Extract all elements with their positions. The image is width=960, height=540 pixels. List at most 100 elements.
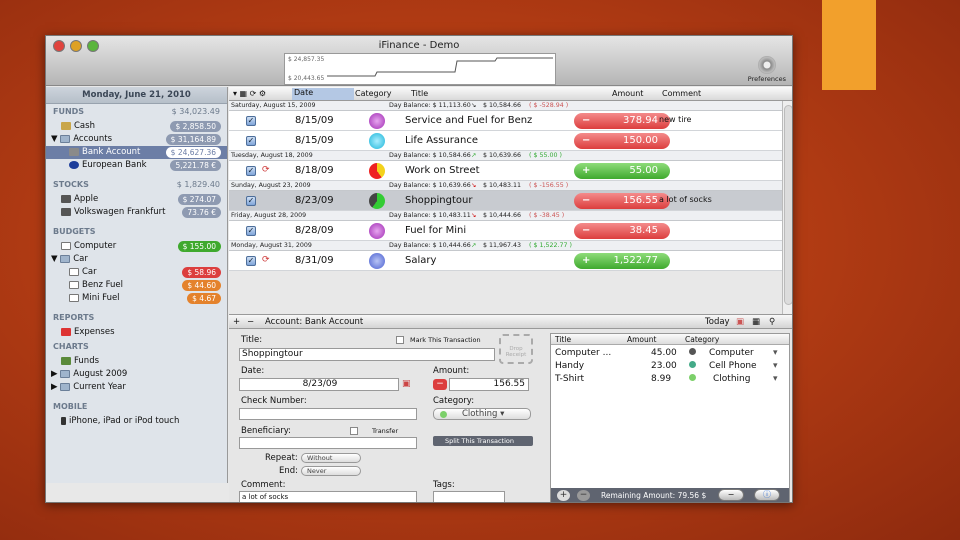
comment-label: Comment:: [241, 480, 286, 490]
filter-icons[interactable]: ▾ ▦ ⟳ ⚙: [233, 89, 266, 98]
stock-icon: [61, 194, 71, 203]
beneficiary-input[interactable]: [239, 437, 417, 449]
remove-transaction-button[interactable]: −: [247, 317, 254, 327]
column-title[interactable]: Title: [411, 89, 428, 98]
end-label: End:: [279, 466, 299, 476]
budget-icon: [69, 267, 79, 276]
split-transaction-button[interactable]: Split This Transaction: [433, 436, 533, 446]
down-arrow-icon: ↘: [471, 212, 477, 219]
bank-icon: [69, 147, 79, 156]
sidebar-item-computer[interactable]: Computer $ 155.00: [46, 240, 227, 253]
repeat-label: Repeat:: [265, 453, 298, 463]
checkbox[interactable]: ✓: [246, 116, 256, 126]
sidebar-item-benz-fuel[interactable]: Benz Fuel $ 44.60: [46, 279, 227, 292]
amount-input[interactable]: 156.55: [449, 378, 529, 391]
sidebar-item-apple[interactable]: Apple $ 274.07: [46, 193, 227, 206]
calendar-icon[interactable]: ▣: [402, 379, 411, 389]
checkbox[interactable]: ✓: [246, 256, 256, 266]
info-button[interactable]: ⓘ: [754, 489, 780, 501]
category-icon: [369, 223, 385, 239]
transaction-row[interactable]: ✓ 8/15/09 Life Assurance −150.00: [229, 131, 782, 151]
repeat-select[interactable]: Without: [301, 453, 361, 463]
chart-icon: [61, 356, 71, 365]
checkbox[interactable]: ✓: [246, 166, 256, 176]
folder-icon: [60, 369, 71, 378]
today-button[interactable]: Today: [705, 317, 730, 327]
report-icon: [61, 327, 71, 336]
sidebar-item-current-year[interactable]: ▶ Current Year: [46, 381, 227, 394]
folder-icon: [60, 254, 71, 263]
sidebar-item-car-folder[interactable]: ▼ Car: [46, 253, 227, 266]
column-category[interactable]: Category: [355, 89, 392, 98]
add-split-button[interactable]: +: [557, 490, 570, 501]
transaction-row[interactable]: ✓ ⟳ 8/31/09 Salary +1,522.77: [229, 251, 782, 271]
transaction-row[interactable]: ✓ 8/15/09 Service and Fuel for Benz −378.94…: [229, 111, 782, 131]
split-row[interactable]: T-Shirt 8.99 Clothing ▾: [551, 373, 789, 386]
sidebar-item-volkswagen[interactable]: Volkswagen Frankfurt 73.76 €: [46, 206, 227, 219]
day-balance-bar: Tuesday, August 18, 2009 Day Balance: $ 1…: [229, 151, 782, 161]
transaction-row[interactable]: ✓ 8/28/09 Fuel for Mini −38.45: [229, 221, 782, 241]
sidebar-item-bank-account[interactable]: Bank Account $ 24,627.36: [46, 146, 227, 159]
sidebar-item-august-2009[interactable]: ▶ August 2009: [46, 368, 227, 381]
window-title: iFinance - Demo: [378, 40, 460, 51]
remove-split-button[interactable]: −: [577, 490, 590, 501]
grid-icon[interactable]: ▦: [752, 317, 760, 327]
up-arrow-icon: ↗: [471, 242, 477, 249]
transaction-row-selected[interactable]: ✓ 8/23/09 Shoppingtour −156.55 a lot of sock…: [229, 191, 782, 211]
date-input[interactable]: 8/23/09: [239, 378, 399, 391]
budget-icon: [69, 293, 79, 302]
search-icon[interactable]: ⚲: [769, 317, 775, 327]
checkbox[interactable]: ✓: [246, 226, 256, 236]
category-icon: [369, 113, 385, 129]
sidebar-item-cash[interactable]: Cash $ 2,858.50: [46, 120, 227, 133]
up-arrow-icon: ↗: [471, 152, 477, 159]
sparkline-line: [327, 57, 553, 77]
stocks-total: $ 1,829.40: [176, 180, 220, 189]
split-row[interactable]: Computer ... 45.00 Computer ▾: [551, 347, 789, 360]
title-input[interactable]: Shoppingtour: [239, 348, 495, 361]
transfer-checkbox[interactable]: [350, 427, 358, 435]
chevron-down-icon: ▾: [773, 361, 778, 371]
sidebar-item-car[interactable]: Car $ 58.96: [46, 266, 227, 279]
preferences-button[interactable]: Preferences: [748, 56, 786, 83]
check-number-input[interactable]: [239, 408, 417, 420]
day-balance-bar: Monday, August 31, 2009 Day Balance: $ 10…: [229, 241, 782, 251]
remove-button[interactable]: −: [718, 489, 744, 501]
split-row[interactable]: Handy 23.00 Cell Phone ▾: [551, 360, 789, 373]
column-comment[interactable]: Comment: [662, 89, 701, 98]
down-arrow-icon: ↘: [471, 182, 477, 189]
chevron-down-icon: ▾: [773, 348, 778, 358]
category-select[interactable]: Clothing ▾: [433, 408, 531, 420]
sidebar-item-mini-fuel[interactable]: Mini Fuel $ 4.67: [46, 292, 227, 305]
checkbox[interactable]: ✓: [246, 196, 256, 206]
comment-input[interactable]: a lot of socks: [239, 491, 417, 502]
column-amount[interactable]: Amount: [612, 89, 643, 98]
sidebar-item-funds-chart[interactable]: Funds: [46, 355, 227, 368]
sidebar-item-european-bank[interactable]: European Bank 5,221.78 €: [46, 159, 227, 172]
balance-sparkline: $ 24,857.35 $ 20,443.65: [284, 53, 556, 85]
mark-checkbox[interactable]: [396, 336, 404, 344]
add-transaction-button[interactable]: +: [233, 317, 240, 327]
calendar-icon[interactable]: ▣: [736, 317, 744, 327]
sidebar-item-expenses[interactable]: Expenses: [46, 326, 227, 339]
gear-icon: [757, 56, 776, 74]
main-pane: ▾ ▦ ⟳ ⚙ Date Category Title Amount Comme…: [229, 87, 792, 502]
sidebar-item-accounts[interactable]: ▼ Accounts $ 31,164.89: [46, 133, 227, 146]
tags-input[interactable]: [433, 491, 505, 502]
column-date[interactable]: Date: [292, 88, 354, 100]
transaction-row[interactable]: ✓ ⟳ 8/18/09 Work on Street +55.00: [229, 161, 782, 181]
decor-orange-block: [822, 0, 876, 90]
sidebar-item-iphone[interactable]: iPhone, iPad or iPod touch: [46, 415, 227, 428]
amount-pill: +1,522.77: [574, 253, 670, 269]
checkbox[interactable]: ✓: [246, 136, 256, 146]
mark-label: Mark This Transaction: [410, 336, 481, 344]
split-table-header: Title Amount Category: [551, 334, 789, 345]
receipt-drop-zone[interactable]: Drop Receipt: [499, 334, 533, 364]
transaction-column-header: ▾ ▦ ⟳ ⚙ Date Category Title Amount Comme…: [229, 87, 792, 101]
title-label: Title:: [241, 335, 263, 345]
table-scrollbar[interactable]: [782, 101, 792, 314]
end-select[interactable]: Never: [301, 466, 361, 476]
day-balance-bar: Friday, August 28, 2009 Day Balance: $ 10…: [229, 211, 782, 221]
preferences-label: Preferences: [747, 75, 786, 83]
minus-sign-button[interactable]: −: [433, 379, 447, 390]
